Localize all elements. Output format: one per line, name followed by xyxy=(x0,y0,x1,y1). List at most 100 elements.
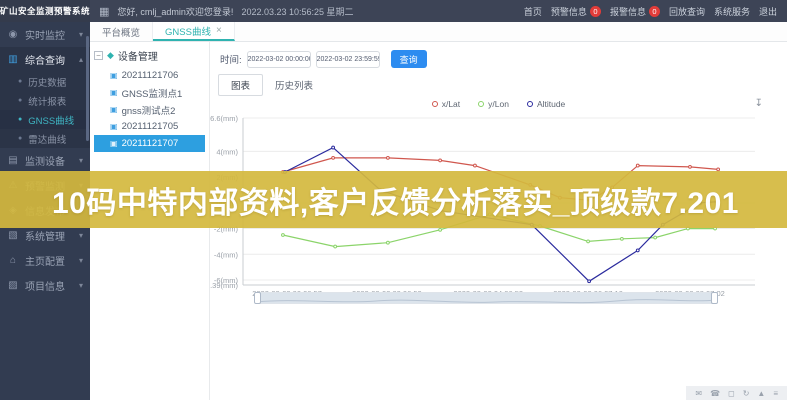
legend-marker-icon xyxy=(527,101,533,107)
diamond-icon: ◆ xyxy=(107,50,114,61)
topnav-system-service[interactable]: 系统服务 xyxy=(714,5,750,18)
app-title: 矿山安全监测预警系统 xyxy=(0,0,90,22)
mail-icon[interactable]: ✉ xyxy=(695,389,702,398)
data-point xyxy=(689,165,692,168)
sidebar-item-home-config[interactable]: ⌂ 主页配置 ▾ xyxy=(0,248,90,273)
warning-count-badge: 0 xyxy=(590,6,601,17)
chevron-down-icon: ▾ xyxy=(79,30,83,39)
topnav-logout[interactable]: 退出 xyxy=(759,5,777,18)
bullet-icon: ● xyxy=(18,116,22,123)
user-monitor-icon: ◉ xyxy=(7,29,19,40)
tab-label: 平台概览 xyxy=(102,25,140,39)
data-point xyxy=(332,156,335,159)
tree-item-label: GNSS监测点1 xyxy=(122,86,183,100)
topnav-service-label: 系统服务 xyxy=(714,5,750,18)
sidebar-item-realtime[interactable]: ◉ 实时监控 ▾ xyxy=(0,22,90,47)
tree-item-device[interactable]: ▣ 20211121705 xyxy=(94,118,205,135)
apps-grid-icon[interactable]: ▦ xyxy=(99,5,109,18)
datazoom-right-handle[interactable] xyxy=(711,292,718,304)
tab-chart-view[interactable]: 图表 xyxy=(218,74,263,96)
tree-item-label: 20211121706 xyxy=(122,70,179,81)
tree-item-device[interactable]: ▣ 20211121706 xyxy=(94,67,205,84)
page-tabbar: 平台概览 GNSS曲线 × xyxy=(90,22,787,42)
datazoom-slider[interactable] xyxy=(255,292,717,304)
datazoom-left-handle[interactable] xyxy=(254,292,261,304)
refresh-icon[interactable]: ↻ xyxy=(743,389,750,398)
data-point xyxy=(439,228,442,231)
project-icon: ▨ xyxy=(7,280,19,291)
tree-item-device[interactable]: ▣ gnss测试点2 xyxy=(94,101,205,118)
datazoom-range xyxy=(256,293,716,303)
collapse-icon[interactable]: − xyxy=(94,51,103,60)
topnav-playback-label: 回放查询 xyxy=(669,5,705,18)
device-icon: ▣ xyxy=(110,105,118,114)
chart-legend: x/Lat y/Lon Altitude xyxy=(210,99,787,109)
ad-banner-text: 10码中特内部资料,客户反馈分析落实_顶级款7.201 xyxy=(52,178,739,222)
data-point xyxy=(588,280,591,283)
end-time-input[interactable] xyxy=(316,51,380,68)
bullet-icon: ● xyxy=(18,78,22,85)
ad-banner[interactable]: 10码中特内部资料,客户反馈分析落实_顶级款7.201 xyxy=(0,171,787,228)
tab-history-list[interactable]: 历史列表 xyxy=(263,75,325,95)
legend-item-x-lat[interactable]: x/Lat xyxy=(432,99,460,109)
data-point xyxy=(474,164,477,167)
sidebar-sub-gnss-curve[interactable]: ● GNSS曲线 xyxy=(0,110,90,129)
tab-gnss-curve[interactable]: GNSS曲线 × xyxy=(153,22,235,41)
device-icon: ▣ xyxy=(110,122,118,131)
sidebar-label: 监测设备 xyxy=(25,153,65,168)
chevron-down-icon: ▾ xyxy=(79,156,83,165)
search-button[interactable]: 查询 xyxy=(391,50,427,68)
chevron-down-icon: ▾ xyxy=(79,231,83,240)
chevron-up-icon: ▴ xyxy=(79,55,83,64)
sidebar-sub-statistics[interactable]: ● 统计报表 xyxy=(0,91,90,110)
topnav-playback[interactable]: 回放查询 xyxy=(669,5,705,18)
data-point xyxy=(439,159,442,162)
tree-item-device-selected[interactable]: ▣ 20211121707 xyxy=(94,135,205,152)
page: 矿山安全监测预警系统 ▦ 您好, cmlj_admin欢迎您登录! 2022.0… xyxy=(0,0,787,400)
sidebar-scrollbar[interactable] xyxy=(86,36,89,141)
legend-item-y-lon[interactable]: y/Lon xyxy=(478,99,509,109)
phone-icon[interactable]: ☎ xyxy=(710,389,720,398)
tree-root-devices[interactable]: − ◆ 设备管理 xyxy=(94,48,205,63)
tree-root-label: 设备管理 xyxy=(118,48,158,63)
topnav-home[interactable]: 首页 xyxy=(524,5,542,18)
submenu-label: 统计报表 xyxy=(28,94,66,108)
menu-icon[interactable]: ≡ xyxy=(773,389,778,398)
screen-icon: ▤ xyxy=(7,155,19,166)
sidebar-sub-history-data[interactable]: ● 历史数据 xyxy=(0,72,90,91)
topnav-warning-info[interactable]: 预警信息0 xyxy=(551,5,601,18)
system-icon: ▧ xyxy=(7,230,19,241)
back-to-top-icon[interactable]: ▲ xyxy=(757,389,765,398)
legend-item-altitude[interactable]: Altitude xyxy=(527,99,565,109)
tree-item-label: 20211121707 xyxy=(122,138,179,149)
save-image-icon[interactable]: ↧ xyxy=(755,98,763,109)
data-point xyxy=(386,156,389,159)
start-time-input[interactable] xyxy=(247,51,311,68)
bullet-icon: ● xyxy=(18,97,22,104)
time-label: 时间: xyxy=(220,52,242,66)
floating-toolbar: ✉ ☎ ◻ ↻ ▲ ≡ xyxy=(686,386,787,400)
data-point xyxy=(636,249,639,252)
y-axis-tick-label: 6.6(mm) xyxy=(210,114,238,123)
sidebar-item-devices[interactable]: ▤ 监测设备 ▾ xyxy=(0,148,90,173)
submenu-label: GNSS曲线 xyxy=(28,113,74,127)
topnav-alarm-label: 报警信息 xyxy=(610,5,646,18)
data-point xyxy=(334,245,337,248)
tab-platform-overview[interactable]: 平台概览 xyxy=(90,22,153,41)
close-icon[interactable]: × xyxy=(216,25,222,36)
legend-marker-icon xyxy=(432,101,438,107)
data-point xyxy=(386,241,389,244)
sidebar-item-query[interactable]: ▥ 综合查询 ▴ xyxy=(0,47,90,72)
topnav-alarm-info[interactable]: 报警信息0 xyxy=(610,5,660,18)
sidebar-item-project-info[interactable]: ▨ 项目信息 ▾ xyxy=(0,273,90,298)
tree-item-device[interactable]: ▣ GNSS监测点1 xyxy=(94,84,205,101)
chevron-down-icon: ▾ xyxy=(79,281,83,290)
data-point xyxy=(636,164,639,167)
y-axis-tick-label: 4(mm) xyxy=(216,147,238,156)
query-row: 时间: 查询 xyxy=(220,50,427,68)
sidebar-sub-radar-curve[interactable]: ● 雷达曲线 xyxy=(0,129,90,148)
legend-label: Altitude xyxy=(537,99,565,109)
window-icon[interactable]: ◻ xyxy=(728,389,735,398)
legend-label: y/Lon xyxy=(488,99,509,109)
tree-item-label: gnss测试点2 xyxy=(122,103,176,117)
